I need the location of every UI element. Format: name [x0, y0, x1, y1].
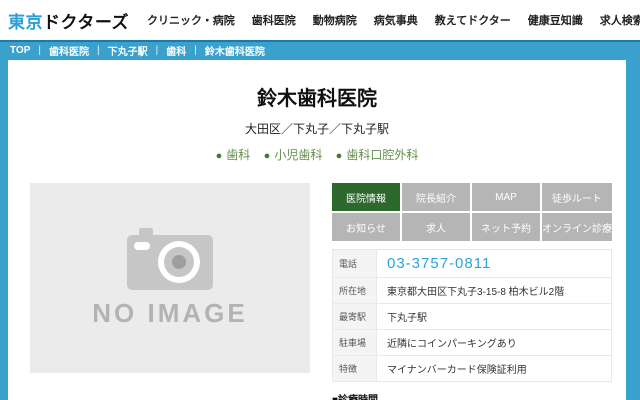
tab-online-consult[interactable]: オンライン診療	[542, 213, 612, 241]
nav-item-animal[interactable]: 動物病院	[313, 12, 357, 28]
no-image-placeholder: NO IMAGE	[30, 183, 310, 373]
clinic-info-table: 電話 03-3757-0811 所在地 東京都大田区下丸子3-15-8 柏木ビル…	[332, 249, 612, 382]
info-label-phone: 電話	[333, 250, 377, 278]
breadcrumb-item-top[interactable]: TOP	[10, 45, 30, 56]
main-columns: NO IMAGE 医院情報 院長紹介 MAP 徒歩ルート お知らせ 求人 ネット…	[8, 183, 626, 400]
green-dot-icon: ●	[216, 150, 223, 162]
table-row: 電話 03-3757-0811	[333, 250, 612, 278]
logo-part-tokyo: 東京	[8, 13, 43, 32]
breadcrumb-item-dental[interactable]: 歯科医院	[49, 43, 89, 58]
breadcrumb-separator: |	[156, 45, 159, 56]
clinic-area: 大田区／下丸子／下丸子駅	[8, 120, 626, 137]
department-tags: ●歯科 ●小児歯科 ●歯科口腔外科	[8, 146, 626, 163]
info-label-parking: 駐車場	[333, 330, 377, 356]
site-logo[interactable]: 東京ドクターズ	[8, 8, 129, 33]
breadcrumb-item-current: 鈴木歯科医院	[205, 43, 265, 58]
table-row: 特徴 マイナンバーカード保険証利用	[333, 356, 612, 382]
site-header: 東京ドクターズ クリニック・病院 歯科医院 動物病院 病気事典 教えてドクター …	[0, 0, 640, 40]
info-value-parking: 近隣にコインパーキングあり	[377, 330, 612, 356]
info-label-features: 特徴	[333, 356, 377, 382]
info-value-features: マイナンバーカード保険証利用	[377, 356, 612, 382]
department-tag: ●歯科口腔外科	[336, 148, 419, 162]
green-dot-icon: ●	[336, 150, 343, 162]
tab-news[interactable]: お知らせ	[332, 213, 400, 241]
breadcrumb-separator: |	[97, 45, 100, 56]
info-value-address: 東京都大田区下丸子3-15-8 柏木ビル2階	[377, 278, 612, 304]
table-row: 最寄駅 下丸子駅	[333, 304, 612, 330]
breadcrumb-separator: |	[194, 45, 197, 56]
department-tag: ●小児歯科	[264, 148, 323, 162]
tab-online-booking[interactable]: ネット予約	[472, 213, 540, 241]
nav-item-job-search[interactable]: 求人検索	[600, 12, 640, 28]
tab-director[interactable]: 院長紹介	[402, 183, 470, 211]
camera-icon	[127, 228, 213, 290]
nav-item-clinics[interactable]: クリニック・病院	[147, 12, 235, 28]
tab-clinic-info[interactable]: 医院情報	[332, 183, 400, 211]
info-value-station: 下丸子駅	[377, 304, 612, 330]
breadcrumb-item-shika[interactable]: 歯科	[166, 43, 186, 58]
top-navigation: クリニック・病院 歯科医院 動物病院 病気事典 教えてドクター 健康豆知識 求人…	[147, 12, 640, 28]
tab-map[interactable]: MAP	[472, 183, 540, 211]
info-label-address: 所在地	[333, 278, 377, 304]
nav-item-ask-doctor[interactable]: 教えてドクター	[435, 12, 511, 28]
no-image-label: NO IMAGE	[92, 298, 247, 329]
detail-tabs: 医院情報 院長紹介 MAP 徒歩ルート お知らせ 求人 ネット予約 オンライン診…	[332, 183, 612, 241]
logo-part-doctors: ドクターズ	[43, 13, 129, 32]
breadcrumb-separator: |	[38, 45, 41, 56]
page-title: 鈴木歯科医院	[8, 82, 626, 111]
nav-item-health-tips[interactable]: 健康豆知識	[528, 12, 583, 28]
hours-section-title: ■診療時間	[332, 391, 612, 400]
tab-walk-route[interactable]: 徒歩ルート	[542, 183, 612, 211]
department-tag: ●歯科	[216, 148, 251, 162]
breadcrumb-item-station[interactable]: 下丸子駅	[108, 43, 148, 58]
clinic-detail-panel: 医院情報 院長紹介 MAP 徒歩ルート お知らせ 求人 ネット予約 オンライン診…	[332, 183, 612, 400]
breadcrumb: TOP | 歯科医院 | 下丸子駅 | 歯科 | 鈴木歯科医院	[0, 40, 640, 58]
table-row: 駐車場 近隣にコインパーキングあり	[333, 330, 612, 356]
nav-item-dental[interactable]: 歯科医院	[252, 12, 296, 28]
phone-number-link[interactable]: 03-3757-0811	[377, 250, 612, 278]
info-label-station: 最寄駅	[333, 304, 377, 330]
tab-jobs[interactable]: 求人	[402, 213, 470, 241]
content-card: 鈴木歯科医院 大田区／下丸子／下丸子駅 ●歯科 ●小児歯科 ●歯科口腔外科 NO…	[8, 60, 626, 400]
table-row: 所在地 東京都大田区下丸子3-15-8 柏木ビル2階	[333, 278, 612, 304]
green-dot-icon: ●	[264, 150, 271, 162]
nav-item-disease[interactable]: 病気事典	[374, 12, 418, 28]
